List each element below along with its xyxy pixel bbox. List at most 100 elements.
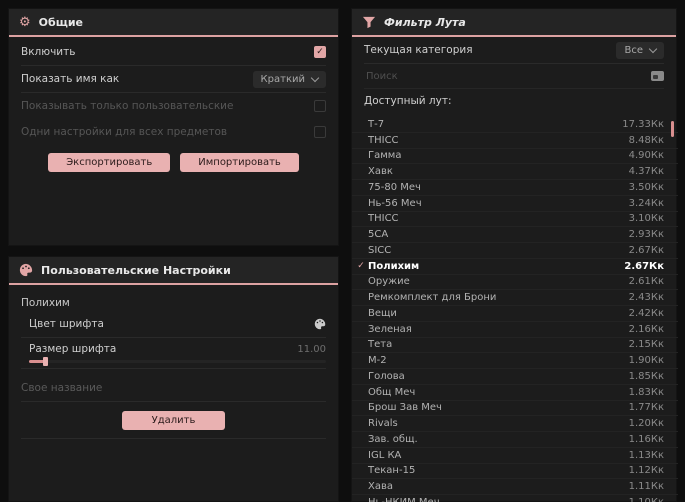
enable-checkbox[interactable]: ✓: [314, 46, 326, 58]
same-settings-row: Одни настройки для всех предметов: [21, 119, 326, 145]
loot-item-name: Полихим: [368, 260, 420, 272]
loot-item-value: 4.90Кк: [628, 150, 664, 162]
chevron-down-icon: [310, 73, 320, 82]
check-icon: ✓: [357, 261, 365, 272]
loot-item[interactable]: Rivals 1.20Кк: [352, 416, 678, 432]
font-size-slider-row: [21, 354, 326, 369]
loot-item[interactable]: Оружие 2.61Кк: [352, 275, 678, 291]
loot-item[interactable]: Зеленая 2.16Кк: [352, 322, 678, 338]
export-button[interactable]: Экспортировать: [48, 153, 171, 172]
loot-item[interactable]: IGL КА 1.13Кк: [352, 448, 678, 464]
loot-item[interactable]: Вещи 2.42Кк: [352, 306, 678, 322]
loot-item-name: IGL КА: [368, 449, 402, 461]
font-size-slider[interactable]: [29, 356, 326, 366]
loot-item[interactable]: Текан-15 1.12Кк: [352, 464, 678, 480]
scrollbar-thumb[interactable]: [671, 121, 674, 137]
loot-item-name: THICC: [368, 134, 399, 146]
loot-item[interactable]: 75-80 Меч 3.50Кк: [352, 180, 678, 196]
loot-item-name: Гамма: [368, 150, 402, 162]
category-label: Текущая категория: [364, 44, 473, 56]
loot-item-value: 2.67Кк: [628, 244, 664, 256]
slider-thumb[interactable]: [43, 356, 48, 366]
filter-rows: Текущая категория Все: [352, 37, 676, 89]
loot-item-value: 17.33Кк: [622, 118, 664, 130]
loot-item[interactable]: Ремкомплект для Брони 2.43Кк: [352, 290, 678, 306]
display-name-value: Краткий: [260, 73, 305, 85]
loot-item-name: Общ Меч: [368, 386, 416, 398]
loot-item-value: 1.10Кк: [629, 497, 664, 502]
loot-item-name: THICC: [368, 213, 399, 225]
loot-item[interactable]: Нь-56 Меч 3.24Кк: [352, 196, 678, 212]
loot-filter-header: Фильтр Лута: [352, 9, 676, 37]
loot-item-value: 2.16Кк: [628, 323, 664, 335]
color-picker-icon[interactable]: [314, 318, 326, 330]
category-dropdown[interactable]: Все: [616, 41, 664, 59]
only-custom-label: Показывать только пользовательские: [21, 100, 234, 112]
display-name-dropdown[interactable]: Краткий: [252, 70, 326, 88]
loot-item-value: 2.61Кк: [628, 276, 664, 288]
loot-item-value: 2.67Кк: [624, 260, 664, 272]
enable-label: Включить: [21, 46, 76, 58]
delete-button[interactable]: Удалить: [121, 411, 226, 430]
mod-settings-screen: ⚙ Общие Включить ✓ Показать имя как Крат…: [0, 0, 685, 502]
custom-settings-header: Пользовательские Настройки: [9, 257, 338, 285]
loot-item[interactable]: 5СА 2.93Кк: [352, 227, 678, 243]
font-size-label: Размер шрифта: [29, 343, 117, 355]
loot-item-name: 75-80 Меч: [368, 181, 421, 193]
loot-item-value: 1.83Кк: [628, 386, 664, 398]
loot-item[interactable]: Хавк 4.37Кк: [352, 164, 678, 180]
loot-item[interactable]: THICC 3.10Кк: [352, 212, 678, 228]
palette-icon: [19, 263, 33, 277]
loot-item-value: 8.48Кк: [628, 134, 664, 146]
loot-item[interactable]: Брош Зав Меч 1.77Кк: [352, 401, 678, 417]
export-import-row: Экспортировать Импортировать: [21, 153, 326, 172]
loot-item-value: 1.85Кк: [628, 370, 664, 382]
selected-item-name: Полихим: [21, 297, 70, 309]
same-settings-label: Одни настройки для всех предметов: [21, 126, 228, 138]
panel-loot-filter: Фильтр Лута Текущая категория Все Доступ…: [351, 8, 678, 502]
loot-item-name: М-2: [368, 355, 387, 367]
loot-item[interactable]: Т-7 17.33Кк: [352, 117, 678, 133]
loot-item-value: 1.20Кк: [628, 418, 664, 430]
loot-item[interactable]: ✓ Полихим 2.67Кк: [352, 259, 678, 275]
loot-item[interactable]: Зав. общ. 1.16Кк: [352, 432, 678, 448]
loot-item-name: Хава: [368, 481, 393, 493]
funnel-icon: [362, 16, 376, 28]
loot-item-value: 1.77Кк: [628, 402, 664, 414]
general-title: Общие: [38, 15, 84, 29]
display-name-row: Показать имя как Краткий: [21, 66, 326, 93]
loot-item-name: Нь-НКИМ Меч: [368, 497, 440, 502]
loot-item-name: 5СА: [368, 229, 389, 241]
loot-item-name: Rivals: [368, 418, 398, 430]
general-header: ⚙ Общие: [9, 9, 338, 37]
only-custom-checkbox[interactable]: [314, 100, 326, 112]
enable-row: Включить ✓: [21, 39, 326, 66]
loot-item[interactable]: THICC 8.48Кк: [352, 133, 678, 149]
loot-item[interactable]: Голова 1.85Кк: [352, 369, 678, 385]
loot-item-value: 2.93Кк: [628, 229, 664, 241]
panel-custom-settings: Пользовательские Настройки Полихим Цвет …: [8, 256, 339, 502]
loot-item-name: SICC: [368, 244, 392, 256]
loot-item-value: 1.13Кк: [628, 449, 664, 461]
loot-item[interactable]: Хава 1.11Кк: [352, 479, 678, 495]
loot-item-name: Брош Зав Меч: [368, 402, 442, 414]
loot-item[interactable]: Тета 2.15Кк: [352, 338, 678, 354]
custom-name-input[interactable]: [21, 382, 326, 394]
custom-settings-rows: Полихим Цвет шрифта Размер шрифта 11.00: [9, 285, 338, 439]
search-input[interactable]: [364, 69, 651, 83]
loot-item[interactable]: Нь-НКИМ Меч 1.10Кк: [352, 495, 678, 502]
loot-item[interactable]: М-2 1.90Кк: [352, 353, 678, 369]
loot-item[interactable]: SICC 2.67Кк: [352, 243, 678, 259]
search-options-icon[interactable]: [651, 71, 664, 81]
loot-item-value: 3.24Кк: [628, 197, 664, 209]
loot-item-name: Текан-15: [368, 465, 416, 477]
divider: [21, 438, 326, 439]
loot-item-name: Зеленая: [368, 323, 412, 335]
loot-item-value: 3.50Кк: [628, 181, 664, 193]
loot-item[interactable]: Общ Меч 1.83Кк: [352, 385, 678, 401]
import-button[interactable]: Импортировать: [180, 153, 299, 172]
loot-item-name: Тета: [368, 339, 393, 351]
loot-item[interactable]: Гамма 4.90Кк: [352, 149, 678, 165]
same-settings-checkbox[interactable]: [314, 126, 326, 138]
loot-item-name: Хавк: [368, 166, 393, 178]
